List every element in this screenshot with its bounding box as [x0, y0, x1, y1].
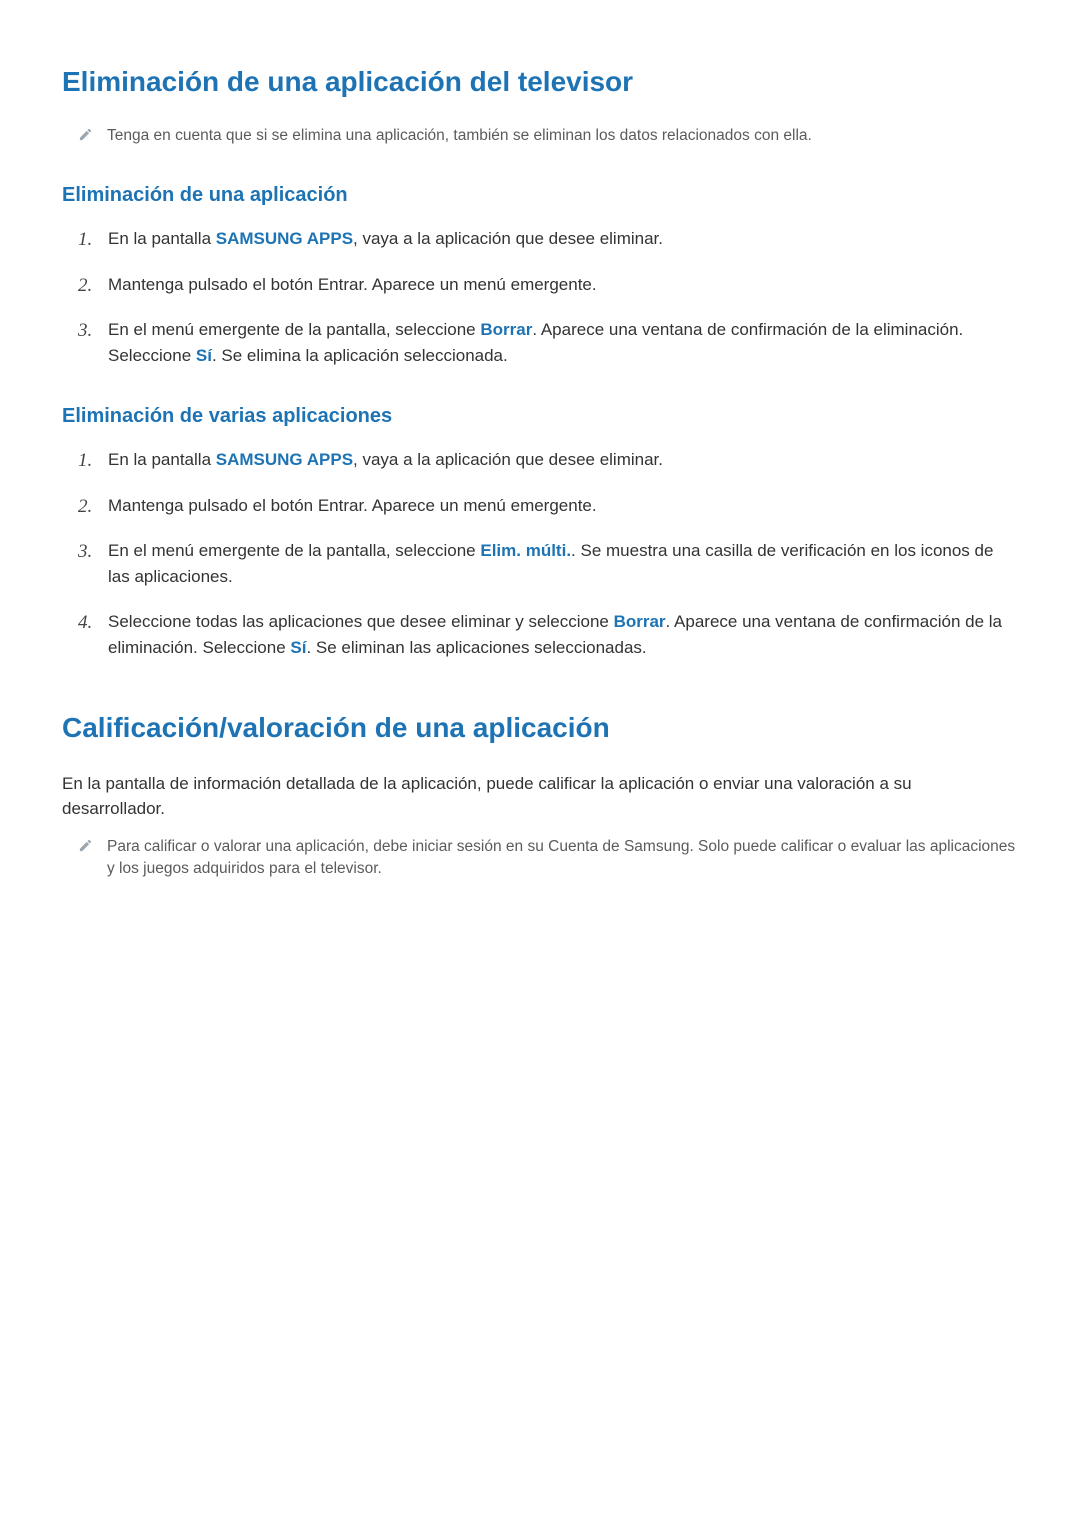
step-text: . Se eliminan las aplicaciones seleccion…: [306, 638, 646, 657]
list-item: En el menú emergente de la pantalla, sel…: [78, 538, 1018, 589]
step-text: . Se elimina la aplicación seleccionada.: [212, 346, 508, 365]
steps-delete-multiple-apps: En la pantalla SAMSUNG APPS, vaya a la a…: [62, 447, 1018, 660]
emph-samsung-apps: SAMSUNG APPS: [216, 450, 353, 469]
step-text: Mantenga pulsado el botón Entrar. Aparec…: [108, 275, 597, 294]
note-text: Para calificar o valorar una aplicación,…: [107, 836, 1018, 881]
subheading-delete-single-app: Eliminación de una aplicación: [62, 181, 1018, 210]
note-rating-requirement: Para calificar o valorar una aplicación,…: [62, 836, 1018, 881]
list-item: Seleccione todas las aplicaciones que de…: [78, 609, 1018, 660]
step-text: En el menú emergente de la pantalla, sel…: [108, 541, 480, 560]
emph-borrar: Borrar: [614, 612, 666, 631]
emph-samsung-apps: SAMSUNG APPS: [216, 229, 353, 248]
list-item: En la pantalla SAMSUNG APPS, vaya a la a…: [78, 226, 1018, 252]
step-text: , vaya a la aplicación que desee elimina…: [353, 229, 663, 248]
list-item: Mantenga pulsado el botón Entrar. Aparec…: [78, 272, 1018, 298]
step-text: , vaya a la aplicación que desee elimina…: [353, 450, 663, 469]
list-item: En el menú emergente de la pantalla, sel…: [78, 317, 1018, 368]
pencil-icon: [78, 127, 93, 142]
step-text: En la pantalla: [108, 229, 216, 248]
step-text: Seleccione todas las aplicaciones que de…: [108, 612, 614, 631]
note-text: Tenga en cuenta que si se elimina una ap…: [107, 125, 1018, 147]
list-item: En la pantalla SAMSUNG APPS, vaya a la a…: [78, 447, 1018, 473]
step-text: Mantenga pulsado el botón Entrar. Aparec…: [108, 496, 597, 515]
step-text: En el menú emergente de la pantalla, sel…: [108, 320, 480, 339]
heading-rating-app: Calificación/valoración de una aplicació…: [62, 708, 1018, 749]
emph-borrar: Borrar: [480, 320, 532, 339]
heading-delete-app: Eliminación de una aplicación del televi…: [62, 62, 1018, 103]
step-text: En la pantalla: [108, 450, 216, 469]
emph-elim-multi: Elim. múlti.: [480, 541, 571, 560]
emph-si: Sí: [290, 638, 306, 657]
steps-delete-single-app: En la pantalla SAMSUNG APPS, vaya a la a…: [62, 226, 1018, 368]
emph-si: Sí: [196, 346, 212, 365]
subheading-delete-multiple-apps: Eliminación de varias aplicaciones: [62, 402, 1018, 431]
paragraph-rating-intro: En la pantalla de información detallada …: [62, 771, 1018, 822]
pencil-icon: [78, 838, 93, 853]
list-item: Mantenga pulsado el botón Entrar. Aparec…: [78, 493, 1018, 519]
note-delete-warning: Tenga en cuenta que si se elimina una ap…: [62, 125, 1018, 147]
